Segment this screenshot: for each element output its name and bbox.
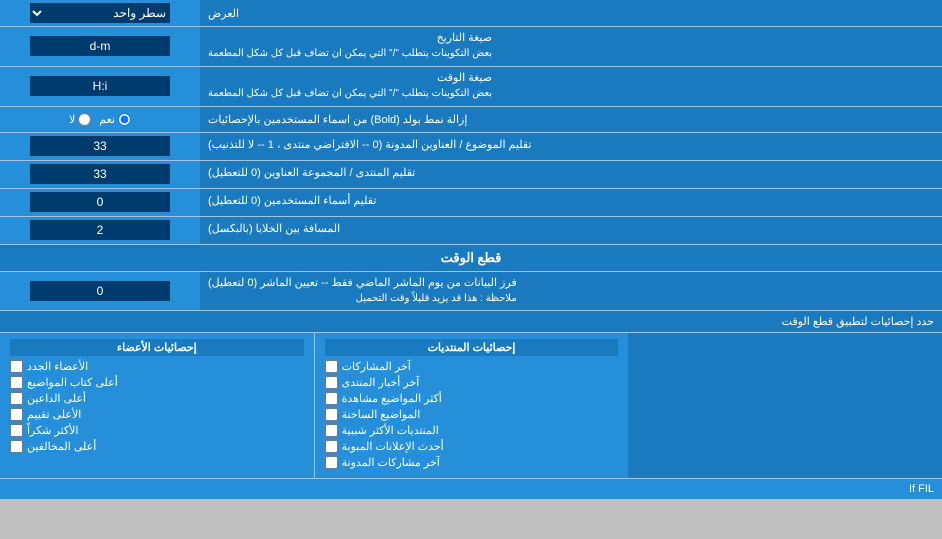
usernames-trim-label: تقليم أسماء المستخدمين (0 للتعطيل) <box>200 189 942 216</box>
time-format-input-cell: H:i <box>0 67 200 106</box>
remove-bold-label: إزالة نمط بولد (Bold) من اسماء المستخدمي… <box>200 107 942 132</box>
forum-group-label: تقليم المنتدى / المجموعة العناوين (0 للت… <box>200 161 942 188</box>
stats-limit-row: حدد إحصائيات لتطبيق قطع الوقت <box>0 311 942 333</box>
cb-most-thanked: الأكثر شكراً <box>10 424 304 437</box>
realtime-input-cell: 0 <box>0 272 200 311</box>
radio-yes-label[interactable]: نعم <box>99 113 131 126</box>
subject-headers-input-cell: 33 <box>0 133 200 160</box>
realtime-row: فرز البيانات من يوم الماشر الماضي فقط --… <box>0 272 942 312</box>
radio-no[interactable] <box>78 113 91 126</box>
realtime-label: فرز البيانات من يوم الماشر الماضي فقط --… <box>200 272 942 311</box>
if-fil-text: If FIL <box>909 483 934 495</box>
member-stats-header: إحصائيات الأعضاء <box>10 339 304 356</box>
date-format-input-cell: d-m <box>0 27 200 66</box>
cb-most-viewed: أكثر المواضيع مشاهدة <box>325 392 619 405</box>
header-row: العرض سطر واحدسطرينثلاثة أسطر <box>0 0 942 27</box>
time-format-input[interactable]: H:i <box>30 76 170 96</box>
cells-gap-row: المسافة بين الخلايا (بالبكسل) 2 <box>0 217 942 245</box>
usernames-trim-input[interactable]: 0 <box>30 192 170 212</box>
remove-bold-row: إزالة نمط بولد (Bold) من اسماء المستخدمي… <box>0 107 942 133</box>
cb-top-violators: أعلى المخالفين <box>10 440 304 453</box>
cb-latest-classifieds: أحدث الإعلانات المبوبة <box>325 440 619 453</box>
radio-yes[interactable] <box>118 113 131 126</box>
cb-most-viewed-input[interactable] <box>325 392 338 405</box>
cb-hot-topics: المواضيع الساخنة <box>325 408 619 421</box>
cb-top-violators-input[interactable] <box>10 440 23 453</box>
display-mode-select[interactable]: سطر واحدسطرينثلاثة أسطر <box>30 3 170 23</box>
cb-last-news: آخر أخبار المنتدى <box>325 376 619 389</box>
realtime-section-header: قطع الوقت <box>0 245 942 272</box>
cells-gap-input-cell: 2 <box>0 217 200 244</box>
cb-latest-classifieds-input[interactable] <box>325 440 338 453</box>
usernames-trim-row: تقليم أسماء المستخدمين (0 للتعطيل) 0 <box>0 189 942 217</box>
forum-group-row: تقليم المنتدى / المجموعة العناوين (0 للت… <box>0 161 942 189</box>
member-stats-col: إحصائيات الأعضاء الأعضاء الجدد أعلى كتاب… <box>0 333 314 478</box>
forum-stats-header: إحصائيات المنتديات <box>325 339 619 356</box>
cb-hot-topics-input[interactable] <box>325 408 338 421</box>
if-fil-row: If FIL <box>0 479 942 500</box>
remove-bold-radio-cell: نعم لا <box>0 107 200 132</box>
cb-top-rated: الأعلى تقييم <box>10 408 304 421</box>
forum-stats-col: إحصائيات المنتديات آخر المشاركات آخر أخب… <box>314 333 629 478</box>
forum-group-input[interactable]: 33 <box>30 164 170 184</box>
cb-most-thanked-input[interactable] <box>10 424 23 437</box>
date-format-input[interactable]: d-m <box>30 36 170 56</box>
cb-last-blog-posts-input[interactable] <box>325 456 338 469</box>
radio-no-label[interactable]: لا <box>69 113 91 126</box>
date-format-row: صيغة التاريخ بعض التكوينات يتطلب "/" الت… <box>0 27 942 67</box>
cb-last-blog-posts: آخر مشاركات المدونة <box>325 456 619 469</box>
cb-top-posters-input[interactable] <box>10 376 23 389</box>
cb-last-posts: آخر المشاركات <box>325 360 619 373</box>
time-format-row: صيغة الوقت بعض التكوينات يتطلب "/" التي … <box>0 67 942 107</box>
cb-last-news-input[interactable] <box>325 376 338 389</box>
date-format-label: صيغة التاريخ بعض التكوينات يتطلب "/" الت… <box>200 27 942 66</box>
cells-gap-input[interactable]: 2 <box>30 220 170 240</box>
cb-most-popular-input[interactable] <box>325 424 338 437</box>
header-label: العرض <box>200 0 942 26</box>
cb-top-posters: أعلى كتاب المواضيع <box>10 376 304 389</box>
time-format-label: صيغة الوقت بعض التكوينات يتطلب "/" التي … <box>200 67 942 106</box>
usernames-trim-input-cell: 0 <box>0 189 200 216</box>
forum-group-input-cell: 33 <box>0 161 200 188</box>
subject-headers-input[interactable]: 33 <box>30 136 170 156</box>
header-dropdown-cell: سطر واحدسطرينثلاثة أسطر <box>0 0 200 26</box>
realtime-input[interactable]: 0 <box>30 281 170 301</box>
stats-limit-label: حدد إحصائيات لتطبيق قطع الوقت <box>782 316 934 328</box>
cb-most-popular: المنتديات الأكثر شببية <box>325 424 619 437</box>
cb-top-invitors-input[interactable] <box>10 392 23 405</box>
cb-top-rated-input[interactable] <box>10 408 23 421</box>
cb-top-invitors: أعلى الداعين <box>10 392 304 405</box>
checkboxes-section: إحصائيات المنتديات آخر المشاركات آخر أخب… <box>0 333 942 479</box>
subject-headers-row: تقليم الموضوع / العناوين المدونة (0 -- ا… <box>0 133 942 161</box>
cb-new-members-input[interactable] <box>10 360 23 373</box>
cb-last-posts-input[interactable] <box>325 360 338 373</box>
cb-new-members: الأعضاء الجدد <box>10 360 304 373</box>
subject-headers-label: تقليم الموضوع / العناوين المدونة (0 -- ا… <box>200 133 942 160</box>
section-title: العرض <box>208 7 239 20</box>
stats-limit-empty-col <box>628 333 942 478</box>
cells-gap-label: المسافة بين الخلايا (بالبكسل) <box>200 217 942 244</box>
